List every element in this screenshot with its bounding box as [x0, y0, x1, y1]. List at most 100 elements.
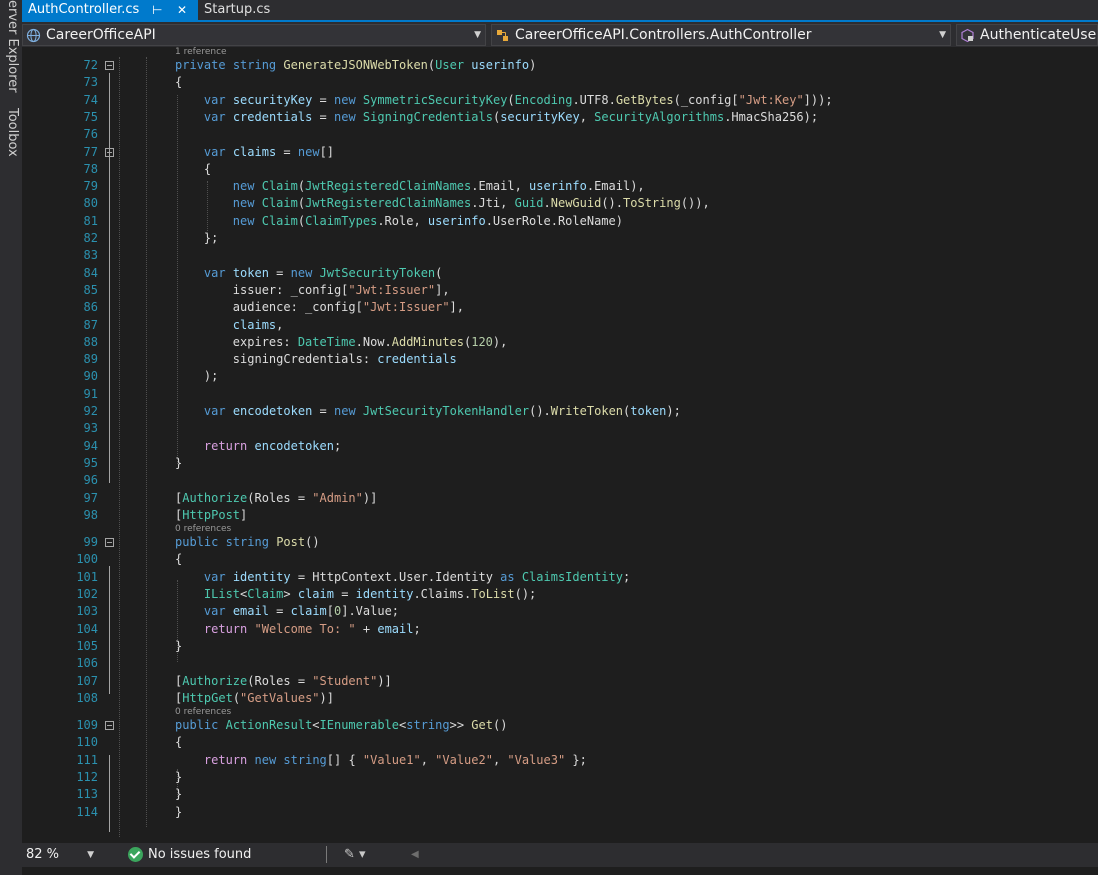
bottom-edge [22, 867, 1098, 875]
code-line[interactable]: 74 var securityKey = new SymmetricSecuri… [22, 92, 1098, 109]
code-line[interactable]: 85 issuer: _config["Jwt:Issuer"], [22, 282, 1098, 299]
project-dropdown[interactable]: CareerOfficeAPI ▼ [22, 24, 486, 46]
code-text: issuer: _config["Jwt:Issuer"], [175, 282, 450, 297]
side-tab-toolbox[interactable]: Toolbox [0, 108, 22, 157]
code-text: expires: DateTime.Now.AddMinutes(120), [175, 334, 508, 349]
code-line[interactable]: 83 [22, 247, 1098, 264]
member-dropdown[interactable]: AuthenticateUser( [956, 24, 1098, 46]
code-text: signingCredentials: credentials [175, 352, 457, 367]
pin-icon[interactable]: ⊢ [152, 0, 162, 20]
line-number: 77 [83, 144, 98, 159]
line-number: 73 [83, 75, 98, 90]
code-line[interactable]: 73 { [22, 74, 1098, 91]
code-line[interactable]: 113} [22, 786, 1098, 803]
code-line[interactable]: 105} [22, 638, 1098, 655]
code-text: }; [175, 231, 219, 245]
project-label: CareerOfficeAPI [46, 27, 156, 43]
code-text: } [175, 804, 183, 819]
code-line[interactable]: 112} [22, 769, 1098, 786]
code-text: var token = new JwtSecurityToken( [203, 265, 443, 280]
code-line[interactable]: 99 public string Post() [22, 534, 1098, 551]
code-text: claims, [232, 317, 284, 332]
side-tab-server-explorer[interactable]: erver Explorer [0, 0, 22, 93]
line-number: 96 [83, 473, 98, 488]
code-line[interactable]: 82 }; [22, 230, 1098, 247]
tab-startup[interactable]: Startup.cs [198, 0, 298, 20]
line-number: 90 [83, 369, 98, 384]
code-line[interactable]: 95} [22, 455, 1098, 472]
code-line[interactable]: 72 private string GenerateJSONWebToken(Us… [22, 57, 1098, 74]
code-text: ); [175, 369, 219, 384]
code-line[interactable]: 109 public ActionResult<IEnumerable<strin… [22, 717, 1098, 734]
type-dropdown[interactable]: CareerOfficeAPI.Controllers.AuthControll… [491, 24, 951, 46]
code-editor[interactable]: 1 reference 72 private string GenerateJSON… [22, 47, 1098, 843]
collapse-toggle-icon[interactable] [105, 61, 114, 70]
code-line[interactable]: 89 signingCredentials: credentials [22, 351, 1098, 368]
line-number: 91 [83, 386, 98, 401]
left-tool-strip: erver Explorer Toolbox [0, 0, 22, 875]
code-text: return "Welcome To: " + email; [203, 621, 421, 636]
line-number: 80 [83, 196, 98, 211]
collapse-toggle-icon[interactable] [105, 147, 114, 157]
scroll-left-icon[interactable]: ◀ [411, 844, 419, 866]
code-line[interactable]: 98 [HttpPost] [22, 507, 1098, 524]
document-tab-bar: AuthController.cs ⊢ ✕ Startup.cs [22, 0, 1098, 22]
navigation-bar: CareerOfficeAPI ▼ CareerOfficeAPI.Contro… [22, 22, 1098, 47]
code-line[interactable]: 92 var encodetoken = new JwtSecurityToke… [22, 403, 1098, 420]
code-line[interactable]: 84 var token = new JwtSecurityToken( [22, 265, 1098, 282]
code-text: { [175, 161, 212, 176]
line-number: 94 [83, 438, 98, 453]
line-number: 95 [83, 455, 98, 470]
codelens-references[interactable]: 0 references [175, 707, 231, 717]
line-number: 99 [83, 535, 98, 550]
code-line[interactable]: 93 [22, 420, 1098, 437]
code-line[interactable]: 114} [22, 804, 1098, 821]
member-label: AuthenticateUser( [980, 27, 1098, 43]
code-line[interactable]: 101 var identity = HttpContext.User.Iden… [22, 569, 1098, 586]
code-line[interactable]: 103 var email = claim[0].Value; [22, 603, 1098, 620]
code-cleanup-icon[interactable]: ✎ ▾ [344, 844, 366, 866]
codelens-references[interactable]: 0 references [175, 524, 231, 534]
code-text: } [175, 455, 183, 470]
code-line[interactable]: 79 new Claim(JwtRegisteredClaimNames.Ema… [22, 178, 1098, 195]
line-number: 109 [76, 718, 98, 733]
issues-status[interactable]: No issues found [148, 843, 251, 867]
code-line[interactable]: 77 var claims = new[] [22, 144, 1098, 161]
code-line[interactable]: 91 [22, 386, 1098, 403]
code-line[interactable]: 88 expires: DateTime.Now.AddMinutes(120)… [22, 334, 1098, 351]
close-icon[interactable]: ✕ [177, 0, 187, 20]
code-text: new Claim(JwtRegisteredClaimNames.Email,… [232, 179, 645, 194]
collapse-toggle-icon[interactable] [105, 721, 114, 731]
chevron-down-icon: ▼ [939, 30, 946, 40]
line-number: 111 [76, 752, 98, 767]
code-line[interactable]: 94 return encodetoken; [22, 438, 1098, 455]
code-text: } [175, 770, 183, 784]
code-line[interactable]: 90 ); [22, 368, 1098, 385]
code-line[interactable]: 76 [22, 126, 1098, 143]
code-line[interactable]: 87 claims, [22, 317, 1098, 334]
zoom-level: 82 % [26, 847, 60, 862]
code-line[interactable]: 86 audience: _config["Jwt:Issuer"], [22, 299, 1098, 316]
collapse-toggle-icon[interactable] [105, 538, 114, 548]
code-line[interactable]: 97 [Authorize(Roles = "Admin")] [22, 490, 1098, 507]
code-line[interactable]: 75 var credentials = new SigningCredenti… [22, 109, 1098, 126]
code-line[interactable]: 106 [22, 655, 1098, 672]
code-line[interactable]: 81 new Claim(ClaimTypes.Role, userinfo.U… [22, 213, 1098, 230]
code-text: return new string[] { "Value1", "Value2"… [203, 752, 587, 767]
zoom-dropdown[interactable]: 82 % ▼ [22, 845, 98, 865]
code-line[interactable]: 100 { [22, 551, 1098, 568]
code-line[interactable]: 108 [HttpGet("GetValues")] [22, 690, 1098, 707]
line-number: 82 [83, 231, 98, 245]
tab-authcontroller[interactable]: AuthController.cs ⊢ ✕ [22, 0, 198, 20]
code-line[interactable]: 78 { [22, 161, 1098, 178]
code-line[interactable]: 96 [22, 472, 1098, 489]
code-line[interactable]: 102 IList<Claim> claim = identity.Claims… [22, 586, 1098, 603]
codelens-references[interactable]: 1 reference [175, 47, 227, 57]
code-line[interactable]: 80 new Claim(JwtRegisteredClaimNames.Jti… [22, 195, 1098, 212]
check-circle-icon[interactable] [128, 847, 143, 862]
line-number: 98 [83, 507, 98, 522]
code-line[interactable]: 104 return "Welcome To: " + email; [22, 621, 1098, 638]
code-line[interactable]: 110 { [22, 734, 1098, 751]
code-line[interactable]: 107 [Authorize(Roles = "Student")] [22, 673, 1098, 690]
code-line[interactable]: 111 return new string[] { "Value1", "Val… [22, 752, 1098, 769]
